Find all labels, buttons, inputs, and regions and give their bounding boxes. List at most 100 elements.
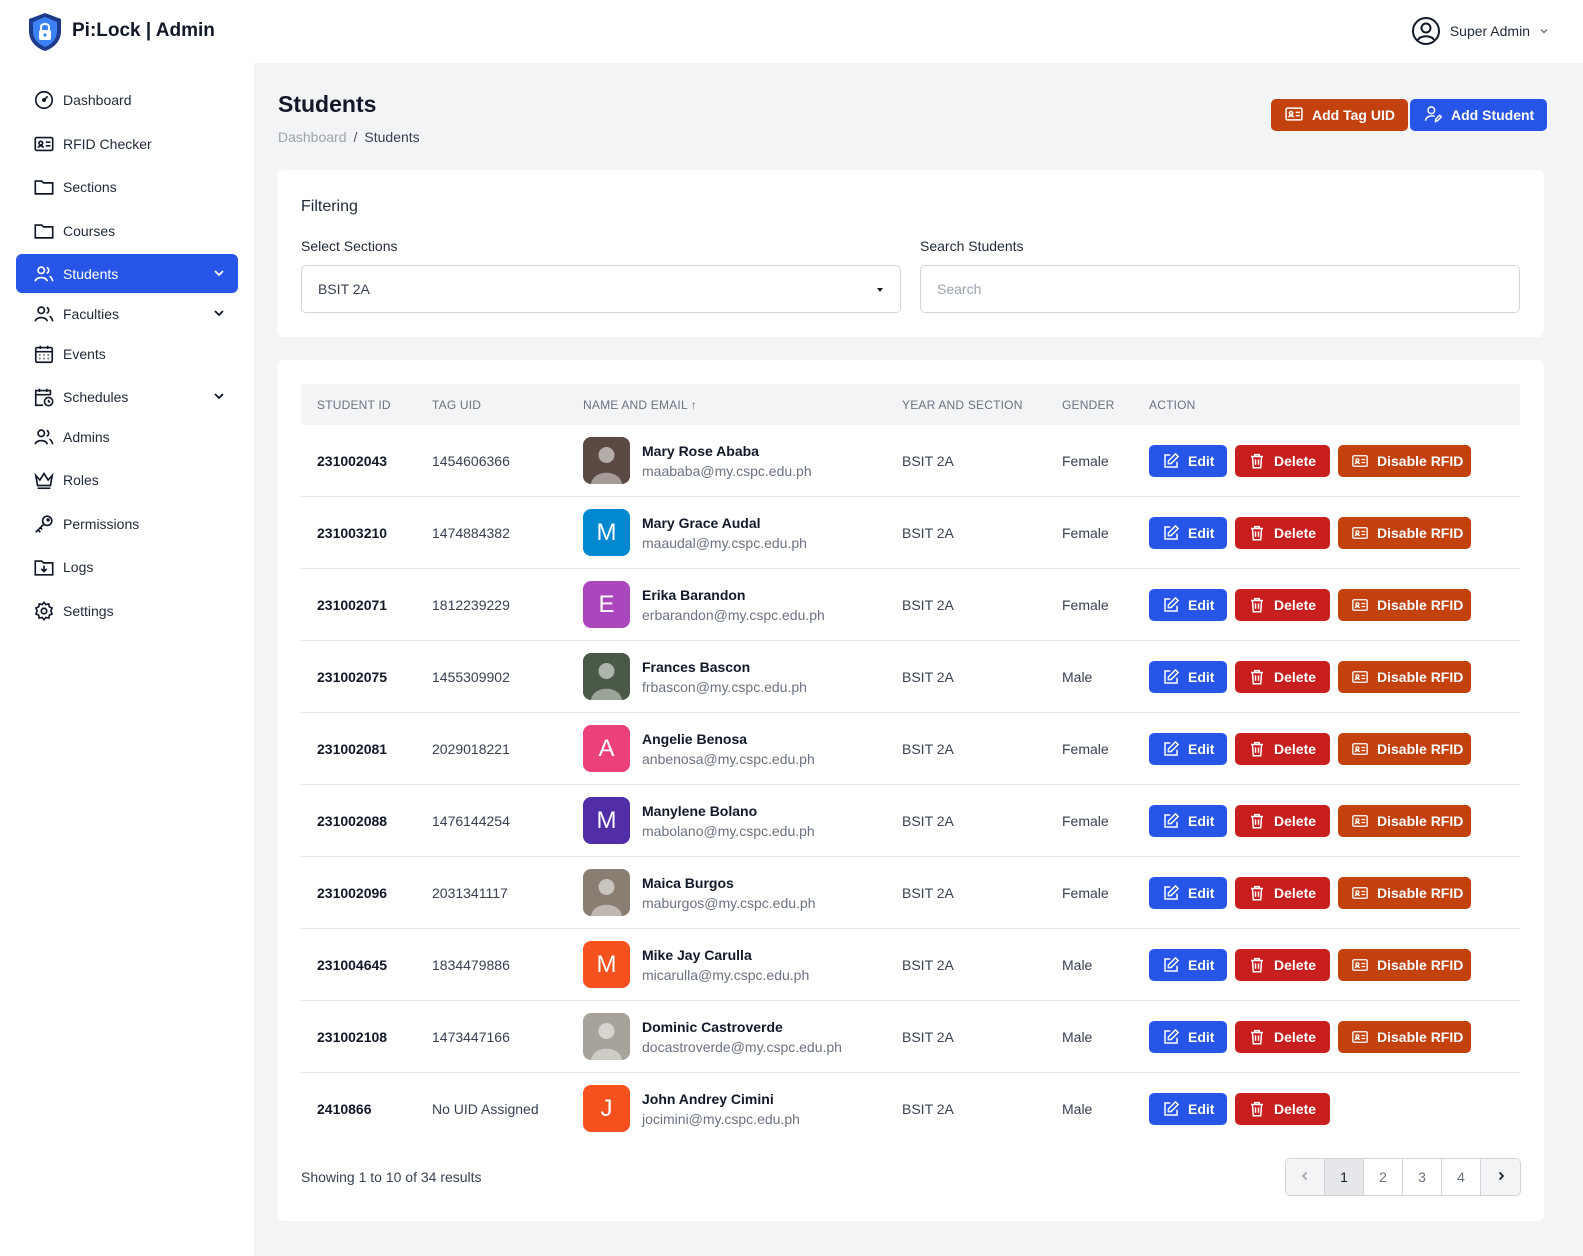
edit-button[interactable]: Edit bbox=[1149, 733, 1227, 765]
gender: Female bbox=[1062, 525, 1109, 541]
trash-icon bbox=[1248, 596, 1266, 614]
sidebar-item-roles[interactable]: Roles bbox=[16, 460, 238, 499]
edit-button[interactable]: Edit bbox=[1149, 589, 1227, 621]
disable-rfid-label: Disable RFID bbox=[1377, 957, 1464, 973]
edit-button[interactable]: Edit bbox=[1149, 661, 1227, 693]
column-header-student-id: STUDENT ID bbox=[317, 398, 391, 412]
sidebar-item-settings[interactable]: Settings bbox=[16, 591, 238, 630]
student-email: maburgos@my.cspc.edu.ph bbox=[642, 895, 816, 911]
delete-label: Delete bbox=[1274, 1101, 1317, 1117]
users-icon bbox=[32, 302, 56, 326]
disable-rfid-button[interactable]: Disable RFID bbox=[1338, 1021, 1471, 1053]
pagination-page-3[interactable]: 3 bbox=[1403, 1159, 1442, 1195]
avatar-initial: A bbox=[598, 734, 615, 762]
disable-rfid-button[interactable]: Disable RFID bbox=[1338, 733, 1471, 765]
disable-rfid-button[interactable]: Disable RFID bbox=[1338, 661, 1471, 693]
trash-icon bbox=[1248, 740, 1266, 758]
user-menu[interactable]: Super Admin bbox=[1411, 16, 1549, 46]
sidebar-item-students[interactable]: Students bbox=[16, 254, 238, 293]
delete-button[interactable]: Delete bbox=[1235, 733, 1330, 765]
gender: Female bbox=[1062, 885, 1109, 901]
edit-icon bbox=[1162, 884, 1180, 902]
pagination-next-button[interactable] bbox=[1481, 1159, 1520, 1195]
delete-button[interactable]: Delete bbox=[1235, 661, 1330, 693]
sidebar-item-schedules[interactable]: Schedules bbox=[16, 377, 238, 416]
users-icon bbox=[32, 425, 56, 449]
student-id: 231002071 bbox=[317, 597, 388, 613]
edit-button[interactable]: Edit bbox=[1149, 517, 1227, 549]
disable-rfid-button[interactable]: Disable RFID bbox=[1338, 589, 1471, 621]
delete-button[interactable]: Delete bbox=[1235, 517, 1330, 549]
edit-button[interactable]: Edit bbox=[1149, 949, 1227, 981]
student-email: anbenosa@my.cspc.edu.ph bbox=[642, 751, 815, 767]
sidebar-item-permissions[interactable]: Permissions bbox=[16, 504, 238, 543]
person-photo-icon bbox=[583, 653, 630, 700]
avatar-initial: J bbox=[600, 1094, 613, 1122]
edit-label: Edit bbox=[1188, 1029, 1215, 1045]
year-section: BSIT 2A bbox=[902, 885, 954, 901]
year-section: BSIT 2A bbox=[902, 453, 954, 469]
breadcrumb-home-link[interactable]: Dashboard bbox=[278, 129, 347, 145]
student-id: 231002088 bbox=[317, 813, 388, 829]
disable-rfid-button[interactable]: Disable RFID bbox=[1338, 517, 1471, 549]
column-header-name-email[interactable]: NAME AND EMAIL ↑ bbox=[583, 398, 697, 412]
gender: Male bbox=[1062, 957, 1093, 973]
trash-icon bbox=[1248, 452, 1266, 470]
avatar bbox=[583, 653, 630, 700]
students-table-card: STUDENT ID TAG UID NAME AND EMAIL ↑ YEAR… bbox=[277, 360, 1544, 1221]
delete-button[interactable]: Delete bbox=[1235, 877, 1330, 909]
gender: Female bbox=[1062, 741, 1109, 757]
sidebar-item-courses[interactable]: Courses bbox=[16, 211, 238, 250]
disable-rfid-button[interactable]: Disable RFID bbox=[1338, 877, 1471, 909]
pagination-prev-button[interactable] bbox=[1286, 1159, 1325, 1195]
delete-button[interactable]: Delete bbox=[1235, 805, 1330, 837]
add-tag-uid-button[interactable]: Add Tag UID bbox=[1271, 99, 1408, 131]
edit-button[interactable]: Edit bbox=[1149, 445, 1227, 477]
sidebar-item-label: Admins bbox=[63, 428, 110, 445]
delete-button[interactable]: Delete bbox=[1235, 589, 1330, 621]
sidebar-item-admins[interactable]: Admins bbox=[16, 417, 238, 456]
table-header: STUDENT ID TAG UID NAME AND EMAIL ↑ YEAR… bbox=[301, 384, 1520, 425]
pagination-page-2[interactable]: 2 bbox=[1364, 1159, 1403, 1195]
disable-rfid-button[interactable]: Disable RFID bbox=[1338, 445, 1471, 477]
edit-button[interactable]: Edit bbox=[1149, 805, 1227, 837]
edit-icon bbox=[1162, 524, 1180, 542]
disable-rfid-button[interactable]: Disable RFID bbox=[1338, 805, 1471, 837]
delete-button[interactable]: Delete bbox=[1235, 445, 1330, 477]
tag-uid: 2031341117 bbox=[432, 885, 508, 901]
disable-rfid-button[interactable]: Disable RFID bbox=[1338, 949, 1471, 981]
pagination-page-1[interactable]: 1 bbox=[1325, 1159, 1364, 1195]
chevron-down-icon bbox=[212, 266, 226, 283]
delete-button[interactable]: Delete bbox=[1235, 1093, 1330, 1125]
edit-button[interactable]: Edit bbox=[1149, 877, 1227, 909]
edit-label: Edit bbox=[1188, 453, 1215, 469]
edit-button[interactable]: Edit bbox=[1149, 1021, 1227, 1053]
sidebar-item-label: Logs bbox=[63, 558, 94, 575]
pagination-page-4[interactable]: 4 bbox=[1442, 1159, 1481, 1195]
id-card-icon bbox=[1351, 956, 1369, 974]
sidebar-item-rfid-checker[interactable]: RFID Checker bbox=[16, 124, 238, 163]
sidebar-item-logs[interactable]: Logs bbox=[16, 547, 238, 586]
edit-label: Edit bbox=[1188, 957, 1215, 973]
sidebar-item-events[interactable]: Events bbox=[16, 334, 238, 373]
table-row: 2410866 No UID Assigned J John Andrey Cimin… bbox=[301, 1073, 1520, 1145]
sidebar-item-sections[interactable]: Sections bbox=[16, 167, 238, 206]
sidebar-item-label: Sections bbox=[63, 178, 117, 195]
delete-button[interactable]: Delete bbox=[1235, 949, 1330, 981]
trash-icon bbox=[1248, 812, 1266, 830]
search-input[interactable]: Search bbox=[920, 265, 1520, 313]
add-student-button[interactable]: Add Student bbox=[1410, 99, 1548, 131]
page-title: Students bbox=[278, 91, 377, 117]
edit-icon bbox=[1162, 1028, 1180, 1046]
edit-button[interactable]: Edit bbox=[1149, 1093, 1227, 1125]
sidebar: Dashboard RFID Checker Sections Courses … bbox=[0, 63, 254, 1256]
table-row: 231002043 1454606366 Mary Rose Ababa maabab… bbox=[301, 425, 1520, 497]
delete-button[interactable]: Delete bbox=[1235, 1021, 1330, 1053]
student-email: maababa@my.cspc.edu.ph bbox=[642, 463, 812, 479]
sidebar-item-faculties[interactable]: Faculties bbox=[16, 294, 238, 333]
sidebar-item-label: Roles bbox=[63, 471, 99, 488]
delete-label: Delete bbox=[1274, 885, 1317, 901]
year-section: BSIT 2A bbox=[902, 957, 954, 973]
section-select[interactable]: BSIT 2A bbox=[301, 265, 901, 313]
sidebar-item-dashboard[interactable]: Dashboard bbox=[16, 80, 238, 119]
